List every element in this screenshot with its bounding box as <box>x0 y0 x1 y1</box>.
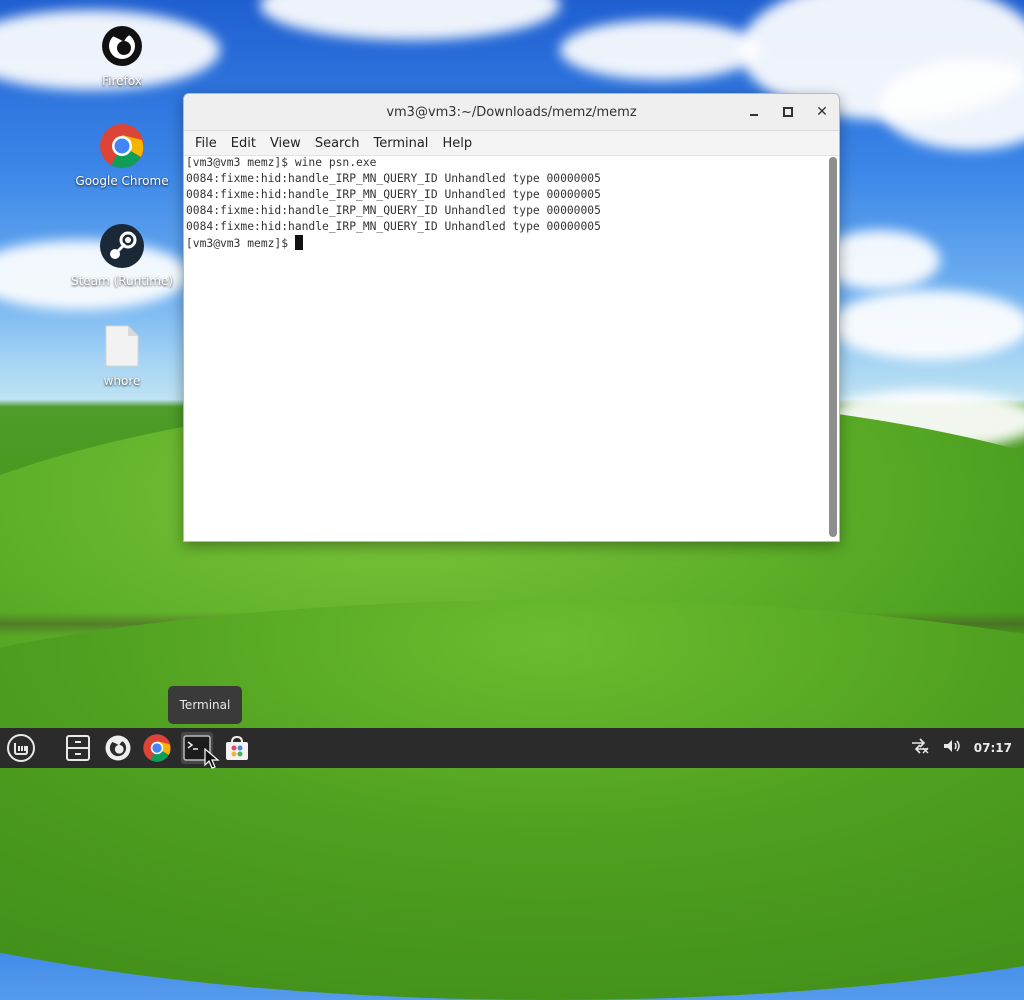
firefox-icon <box>105 735 131 761</box>
desktop-icon-firefox[interactable]: Firefox <box>62 22 182 88</box>
desktop-icon-file[interactable]: whore <box>62 322 182 388</box>
taskbar-firefox-button[interactable] <box>102 732 134 764</box>
volume-icon[interactable] <box>942 738 964 758</box>
menu-icon <box>7 734 35 762</box>
software-manager-button[interactable] <box>221 732 253 764</box>
network-icon[interactable] <box>910 738 932 758</box>
taskbar-chrome-button[interactable] <box>141 732 173 764</box>
terminal-line: 0084:fixme:hid:handle_IRP_MN_QUERY_ID Un… <box>186 188 601 201</box>
file-manager-icon <box>66 735 90 761</box>
firefox-icon <box>98 22 146 70</box>
minimize-button[interactable] <box>737 94 771 130</box>
menu-file[interactable]: File <box>188 136 224 151</box>
minimize-icon <box>750 114 758 116</box>
close-button[interactable]: ✕ <box>805 94 839 130</box>
text-cursor <box>294 235 303 250</box>
terminal-output[interactable]: [vm3@vm3 memz]$ wine psn.exe 0084:fixme:h… <box>184 155 827 541</box>
steam-icon <box>98 222 146 270</box>
scrollbar-thumb[interactable] <box>829 157 837 537</box>
menu-edit[interactable]: Edit <box>224 136 263 151</box>
close-icon: ✕ <box>816 104 828 120</box>
terminal-prompt-line: [vm3@vm3 memz]$ <box>186 235 825 252</box>
menu-terminal[interactable]: Terminal <box>366 136 435 151</box>
system-tray: 07:17 <box>910 728 1012 768</box>
desktop-icon-label: Google Chrome <box>75 174 169 188</box>
desktop-icon-label: Firefox <box>102 74 142 88</box>
software-manager-icon <box>226 735 248 760</box>
menu-view[interactable]: View <box>263 136 308 151</box>
mouse-pointer-icon <box>204 748 220 769</box>
window-titlebar[interactable]: vm3@vm3:~/Downloads/memz/memz ✕ <box>184 94 839 131</box>
menu-bar: File Edit View Search Terminal Help <box>184 131 839 156</box>
terminal-line: 0084:fixme:hid:handle_IRP_MN_QUERY_ID Un… <box>186 204 601 217</box>
menu-search[interactable]: Search <box>308 136 367 151</box>
desktop-icon-label: whore <box>103 374 141 388</box>
chrome-icon <box>98 122 146 170</box>
terminal-line: 0084:fixme:hid:handle_IRP_MN_QUERY_ID Un… <box>186 172 601 185</box>
terminal-line: 0084:fixme:hid:handle_IRP_MN_QUERY_ID Un… <box>186 220 601 233</box>
desktop-icon-steam[interactable]: Steam (Runtime) <box>62 222 182 288</box>
window-title: vm3@vm3:~/Downloads/memz/memz <box>386 104 637 120</box>
maximize-icon <box>783 107 793 117</box>
menu-button[interactable] <box>5 732 37 764</box>
terminal-prompt: [vm3@vm3 memz]$ <box>186 237 295 250</box>
scrollbar[interactable] <box>829 157 837 537</box>
clock[interactable]: 07:17 <box>974 741 1012 755</box>
menu-help[interactable]: Help <box>435 136 479 151</box>
terminal-window[interactable]: vm3@vm3:~/Downloads/memz/memz ✕ File Edi… <box>183 93 840 542</box>
maximize-button[interactable] <box>771 94 805 130</box>
file-icon <box>98 322 146 370</box>
taskbar-tooltip: Terminal <box>168 686 242 724</box>
desktop-icon-chrome[interactable]: Google Chrome <box>62 122 182 188</box>
taskbar: 07:17 <box>0 728 1024 769</box>
file-manager-button[interactable] <box>62 732 94 764</box>
chrome-icon <box>143 734 171 762</box>
desktop-icon-label: Steam (Runtime) <box>70 274 174 288</box>
terminal-line: [vm3@vm3 memz]$ wine psn.exe <box>186 156 377 169</box>
